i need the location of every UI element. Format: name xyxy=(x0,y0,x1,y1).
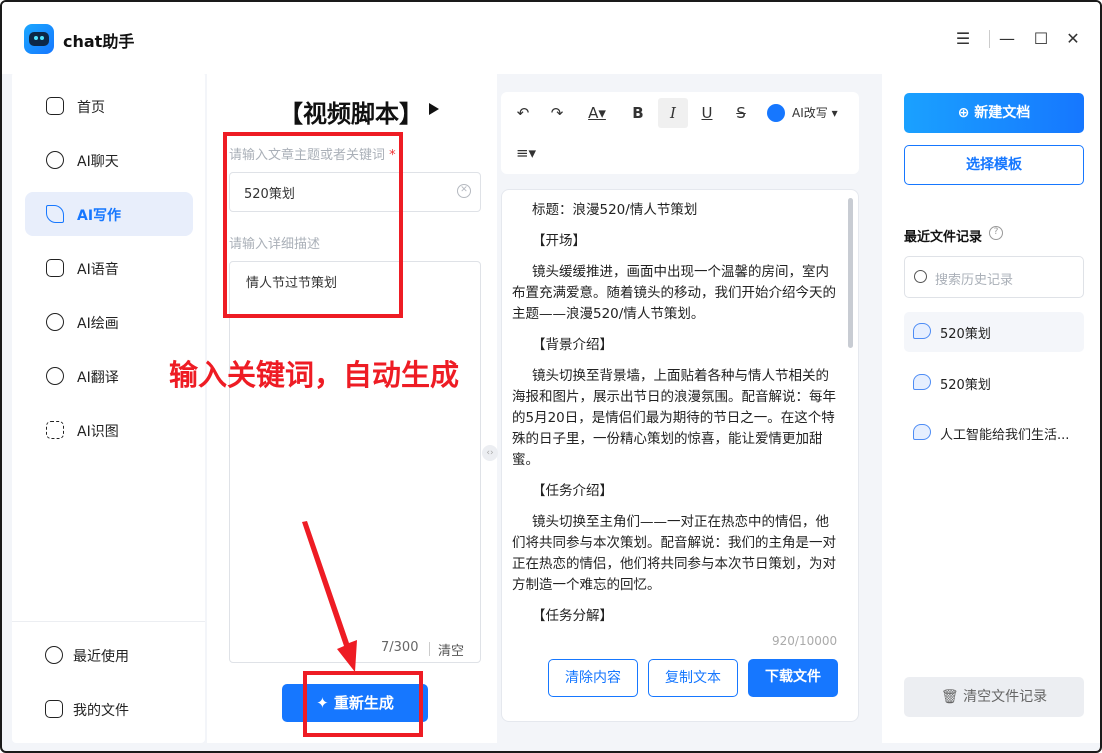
sidebar-item-ai-writing[interactable]: AI写作 xyxy=(25,192,193,236)
sidebar-item-ai-translate[interactable]: AI翻译 xyxy=(25,354,193,398)
app-window: chat助手 ☰ — ☐ ✕ 首页 AI聊天 AI写作 AI语音 AI绘画 AI… xyxy=(0,0,1102,753)
align-icon[interactable]: ≡▾ xyxy=(509,138,543,168)
sidebar-item-label: AI翻译 xyxy=(77,370,119,386)
italic-icon[interactable]: I xyxy=(658,98,688,128)
new-document-label: 新建文档 xyxy=(974,105,1031,121)
search-placeholder: 搜索历史记录 xyxy=(935,273,1014,288)
app-title: chat助手 xyxy=(63,32,135,51)
sidebar-item-ai-recognize[interactable]: AI识图 xyxy=(25,408,193,452)
file-icon xyxy=(45,700,63,718)
play-icon[interactable] xyxy=(429,103,439,115)
help-icon[interactable]: ? xyxy=(989,226,1003,240)
annotation-text: 输入关键词，自动生成 xyxy=(169,358,460,392)
chat-icon xyxy=(46,151,64,169)
select-template-button[interactable]: 选择模板 xyxy=(904,145,1084,185)
font-color-icon[interactable]: A▾ xyxy=(580,98,614,128)
close-button[interactable]: ✕ xyxy=(1064,30,1082,48)
new-document-button[interactable]: ⊕ 新建文档 xyxy=(904,93,1084,133)
sidebar-item-label: AI识图 xyxy=(77,424,119,440)
editor-paragraph: 【开场】 xyxy=(532,233,586,249)
ai-rewrite-icon xyxy=(767,104,785,122)
recent-file-item[interactable]: 520策划 xyxy=(904,363,1084,403)
editor-panel: 标题：浪漫520/情人节策划 【开场】 镜头缓缓推进，画面中出现一个温馨的房间，… xyxy=(501,189,859,722)
home-icon xyxy=(46,97,64,115)
plus-circle-icon: ⊕ xyxy=(957,105,975,121)
recent-file-label: 520策划 xyxy=(940,378,991,393)
title-bar: chat助手 ☰ — ☐ ✕ xyxy=(2,2,1100,74)
annotation-box-input xyxy=(223,132,403,318)
recent-files-title: 最近文件记录 xyxy=(904,230,983,245)
sidebar-item-ai-voice[interactable]: AI语音 xyxy=(25,246,193,290)
clear-records-label: 清空文件记录 xyxy=(963,689,1048,705)
right-panel: ⊕ 新建文档 选择模板 最近文件记录 ? 搜索历史记录 520策划 520策划 … xyxy=(882,72,1100,743)
recent-file-item[interactable]: 520策划 xyxy=(904,312,1084,352)
pen-icon xyxy=(46,205,64,223)
clear-records-button[interactable]: 🗑 清空文件记录 xyxy=(904,677,1084,717)
sidebar-item-ai-painting[interactable]: AI绘画 xyxy=(25,300,193,344)
sidebar-item-label: 我的文件 xyxy=(73,703,129,719)
translate-icon xyxy=(46,367,64,385)
download-file-button[interactable]: 下载文件 xyxy=(748,659,838,697)
clear-content-button[interactable]: 清除内容 xyxy=(548,659,638,697)
minimize-button[interactable]: — xyxy=(998,30,1016,48)
chat-bubble-icon xyxy=(913,424,931,440)
chat-bubble-icon xyxy=(913,323,931,339)
annotation-box-button xyxy=(303,671,423,737)
sidebar-divider xyxy=(12,621,205,622)
sidebar-item-label: AI绘画 xyxy=(77,316,119,332)
trash-icon: 🗑 xyxy=(940,689,964,705)
counter-divider xyxy=(429,642,430,656)
recent-file-label: 520策划 xyxy=(940,327,991,342)
scan-icon xyxy=(46,421,64,439)
recent-file-item[interactable]: 人工智能给我们生活... xyxy=(904,413,1084,453)
history-search-input[interactable]: 搜索历史记录 xyxy=(904,256,1084,298)
strikethrough-icon[interactable]: S xyxy=(726,98,756,128)
maximize-button[interactable]: ☐ xyxy=(1032,30,1050,48)
menu-icon[interactable]: ☰ xyxy=(954,30,972,48)
clear-desc-button[interactable]: 清空 xyxy=(438,640,464,659)
sidebar-item-my-files[interactable]: 我的文件 xyxy=(25,687,193,731)
editor-paragraph: 镜头切换至背景墙，上面贴着各种与情人节相关的海报和图片，展示出节日的浪漫氛围。配… xyxy=(512,368,836,468)
editor-scrollbar[interactable] xyxy=(848,198,853,348)
panel-resize-handle[interactable]: ‹› xyxy=(482,445,498,461)
char-counter: 7/300 xyxy=(381,640,419,655)
copy-text-button[interactable]: 复制文本 xyxy=(648,659,738,697)
underline-icon[interactable]: U xyxy=(692,98,722,128)
word-count: 920/10000 xyxy=(772,634,838,648)
bold-icon[interactable]: B xyxy=(623,98,653,128)
sidebar-item-label: 首页 xyxy=(77,100,105,116)
sidebar-item-recent[interactable]: 最近使用 xyxy=(25,633,193,677)
editor-paragraph: 镜头切换至主角们——一对正在热恋中的情侣，他们将共同参与本次策划。配音解说：我们… xyxy=(512,514,836,593)
chat-bubble-icon xyxy=(913,374,931,390)
clear-input-icon[interactable]: ✕ xyxy=(457,184,471,198)
editor-toolbar: ↶ ↷ A▾ B I U S AI改写 ▾ ≡▾ xyxy=(501,92,859,174)
editor-paragraph: 镜头缓缓推进，画面中出现一个温馨的房间，室内布置充满爱意。随着镜头的移动，我们开… xyxy=(512,264,836,322)
page-title: 【视频脚本】 xyxy=(279,100,423,128)
sidebar-item-label: AI聊天 xyxy=(77,154,119,170)
sidebar-item-label: AI写作 xyxy=(77,208,122,224)
redo-icon[interactable]: ↷ xyxy=(542,98,572,128)
editor-paragraph: 【任务分解】 xyxy=(532,608,613,624)
history-icon xyxy=(45,646,63,664)
undo-icon[interactable]: ↶ xyxy=(508,98,538,128)
editor-content[interactable]: 标题：浪漫520/情人节策划 【开场】 镜头缓缓推进，画面中出现一个温馨的房间，… xyxy=(512,200,837,625)
sidebar-item-label: 最近使用 xyxy=(73,649,129,665)
sidebar-item-label: AI语音 xyxy=(77,262,119,278)
sidebar: 首页 AI聊天 AI写作 AI语音 AI绘画 AI翻译 AI识图 最近使用 我的… xyxy=(12,72,205,743)
palette-icon xyxy=(46,313,64,331)
audio-icon xyxy=(46,259,64,277)
sidebar-item-home[interactable]: 首页 xyxy=(25,84,193,128)
recent-file-label: 人工智能给我们生活... xyxy=(940,428,1070,443)
title-divider xyxy=(989,30,990,48)
search-icon xyxy=(914,270,927,283)
editor-paragraph: 【任务介绍】 xyxy=(532,483,613,499)
sidebar-item-ai-chat[interactable]: AI聊天 xyxy=(25,138,193,182)
ai-rewrite-button[interactable]: AI改写 ▾ xyxy=(792,105,838,121)
ai-rewrite-label: AI改写 xyxy=(792,106,828,120)
robot-logo-icon xyxy=(24,24,54,54)
editor-paragraph: 【背景介绍】 xyxy=(532,337,613,353)
annotation-arrow xyxy=(302,521,357,672)
editor-paragraph: 标题：浪漫520/情人节策划 xyxy=(532,202,698,218)
